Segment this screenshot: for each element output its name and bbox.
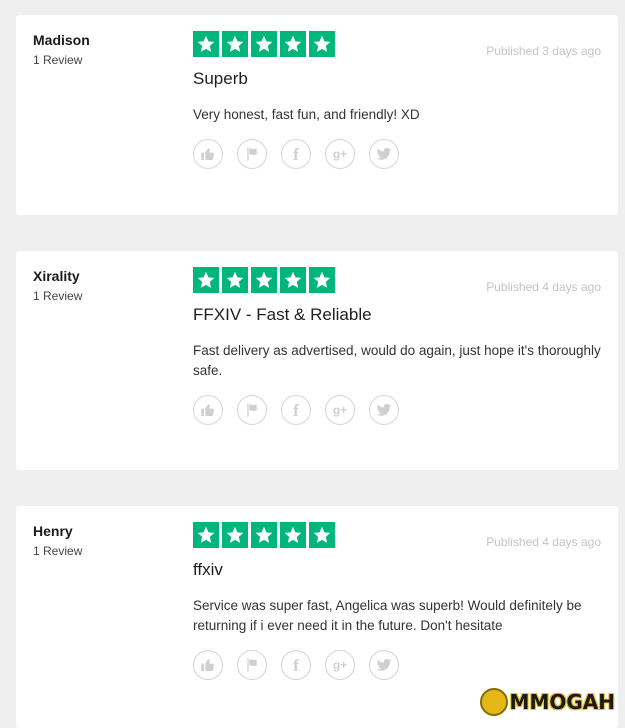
star-icon (193, 267, 219, 293)
star-icon (280, 31, 306, 57)
review-card: Xirality 1 Review Published 4 days ago F… (16, 251, 618, 470)
thumbs-up-icon[interactable] (193, 650, 223, 680)
star-rating (193, 267, 603, 293)
reviewer-name[interactable]: Henry (33, 523, 82, 539)
facebook-icon[interactable]: f (281, 650, 311, 680)
thumbs-up-icon[interactable] (193, 139, 223, 169)
star-icon (251, 267, 277, 293)
reviewer-info: Madison 1 Review (33, 32, 90, 67)
star-icon (222, 522, 248, 548)
google-plus-icon[interactable]: g+ (325, 650, 355, 680)
star-icon (309, 522, 335, 548)
star-icon (280, 522, 306, 548)
review-actions: f g+ (193, 395, 603, 425)
facebook-icon[interactable]: f (281, 395, 311, 425)
reviewer-name[interactable]: Madison (33, 32, 90, 48)
star-icon (222, 267, 248, 293)
review-title: ffxiv (193, 560, 223, 579)
star-icon (309, 267, 335, 293)
star-icon (222, 31, 248, 57)
reviewer-info: Xirality 1 Review (33, 268, 82, 303)
review-count: 1 Review (33, 289, 83, 303)
review-card: Madison 1 Review Published 3 days ago Su… (16, 15, 618, 215)
star-icon (309, 31, 335, 57)
review-body: Service was super fast, Angelica was sup… (193, 598, 582, 633)
flag-icon[interactable] (237, 395, 267, 425)
star-rating (193, 522, 603, 548)
review-actions: f g+ (193, 139, 603, 169)
review-body: Very honest, fast fun, and friendly! XD (193, 107, 420, 122)
star-icon (280, 267, 306, 293)
mascot-icon (479, 688, 508, 716)
star-icon (193, 31, 219, 57)
review-body: Fast delivery as advertised, would do ag… (193, 343, 601, 378)
star-rating (193, 31, 603, 57)
twitter-icon[interactable] (369, 139, 399, 169)
google-plus-icon[interactable]: g+ (325, 139, 355, 169)
flag-icon[interactable] (237, 650, 267, 680)
review-actions: f g+ (193, 650, 603, 680)
star-icon (251, 522, 277, 548)
mmogah-logo: MMOGAH (479, 688, 615, 716)
twitter-icon[interactable] (369, 395, 399, 425)
reviewer-info: Henry 1 Review (33, 523, 82, 558)
star-icon (193, 522, 219, 548)
review-count: 1 Review (33, 53, 83, 67)
review-title: FFXIV - Fast & Reliable (193, 305, 372, 324)
flag-icon[interactable] (237, 139, 267, 169)
logo-wordmark: MMOGAH (509, 690, 615, 714)
reviewer-name[interactable]: Xirality (33, 268, 82, 284)
review-count: 1 Review (33, 544, 83, 558)
review-title: Superb (193, 69, 248, 88)
twitter-icon[interactable] (369, 650, 399, 680)
google-plus-icon[interactable]: g+ (325, 395, 355, 425)
facebook-icon[interactable]: f (281, 139, 311, 169)
thumbs-up-icon[interactable] (193, 395, 223, 425)
star-icon (251, 31, 277, 57)
ghost-text: · · · · · · · · · · · · · · · · · · · · … (74, 236, 254, 248)
